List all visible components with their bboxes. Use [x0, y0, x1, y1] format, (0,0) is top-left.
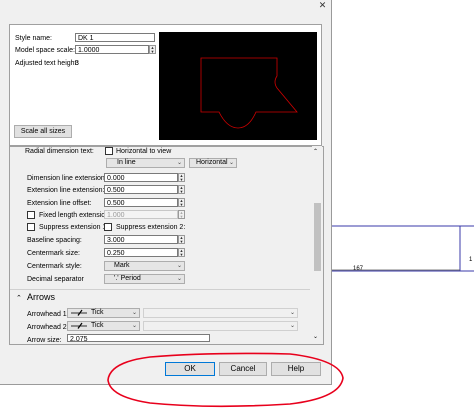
model-space-scale-input[interactable]: 1.0000 — [75, 45, 149, 54]
arrowhead-2-value: Tick — [90, 322, 104, 330]
arrowhead-1-select[interactable]: Tick ⌄ — [67, 308, 140, 318]
arrowhead-1-value: Tick — [90, 309, 104, 317]
style-name-input[interactable]: DK 1 — [75, 33, 155, 42]
extension-line-extension-spinner[interactable]: ▲ ▼ — [178, 185, 185, 194]
centermark-style-select[interactable]: Mark ⌄ — [104, 261, 185, 271]
dimension-line-extension-label: Dimension line extension: — [27, 175, 107, 182]
radial-dimension-text-label: Radial dimension text: — [25, 148, 94, 155]
tick-arrow-icon — [71, 322, 87, 329]
drawing-dim-text-left: 167 — [353, 266, 364, 272]
centermark-style-value: Mark — [114, 262, 130, 269]
fixed-length-extension-checkbox[interactable] — [27, 211, 35, 219]
centermark-size-spinner[interactable]: ▲ ▼ — [178, 248, 185, 257]
extension-line-extension-input[interactable]: 0.500 — [104, 185, 178, 194]
decimal-separator-value: '.' Period — [114, 275, 141, 282]
arrowhead-2-select[interactable]: Tick ⌄ — [67, 321, 140, 331]
scale-all-sizes-button[interactable]: Scale all sizes — [14, 125, 72, 138]
fixed-length-extension-spinner[interactable]: ▲ ▼ — [178, 210, 185, 219]
ok-button[interactable]: OK — [165, 362, 215, 376]
dimension-line-extension-spinner[interactable]: ▲ ▼ — [178, 173, 185, 182]
adjusted-text-height-value: 3 — [75, 60, 79, 67]
decimal-separator-label: Decimal separator — [27, 276, 84, 283]
centermark-size-input[interactable]: 0.250 — [104, 248, 178, 257]
extension-line-offset-input[interactable]: 0.500 — [104, 198, 178, 207]
tick-arrow-icon — [71, 309, 87, 316]
fixed-length-extension-label: Fixed length extension: — [39, 212, 111, 219]
arrows-collapse-icon[interactable]: ⌃ — [16, 294, 22, 303]
arrowhead-2-label: Arrowhead 2: — [27, 324, 69, 331]
arrow-size-label: Arrow size: — [27, 337, 62, 344]
horizontal-to-view-checkbox[interactable] — [105, 147, 113, 155]
arrowhead-2-custom-select[interactable]: ⌄ — [143, 321, 298, 331]
extension-line-offset-label: Extension line offset: — [27, 200, 92, 207]
adjusted-text-height-label: Adjusted text height: — [15, 60, 79, 67]
extension-line-offset-spinner[interactable]: ▲ ▼ — [178, 198, 185, 207]
arrows-section-title: Arrows — [27, 292, 56, 302]
radial-text-position-select[interactable]: In line ⌄ — [106, 158, 185, 168]
drawing-dim-text-right: 1 — [469, 257, 473, 263]
section-divider — [10, 289, 310, 290]
arrowhead-1-custom-select[interactable]: ⌄ — [143, 308, 298, 318]
baseline-spacing-spinner[interactable]: ▲ ▼ — [178, 235, 185, 244]
arrow-size-input[interactable]: 2.075 — [67, 334, 210, 342]
help-button[interactable]: Help — [271, 362, 321, 376]
suppress-extension-2-checkbox[interactable] — [104, 223, 112, 231]
model-space-scale-label: Model space scale: — [15, 47, 75, 54]
scrollbar-thumb[interactable] — [314, 203, 321, 271]
suppress-extension-1-checkbox[interactable] — [27, 223, 35, 231]
suppress-extension-1-label: Suppress extension 1: — [39, 224, 109, 231]
arrowhead-1-label: Arrowhead 1: — [27, 311, 69, 318]
scroll-up-icon[interactable]: ⌃ — [313, 148, 318, 155]
baseline-spacing-label: Baseline spacing: — [27, 237, 82, 244]
close-icon[interactable]: ✕ — [314, 0, 331, 10]
cancel-button[interactable]: Cancel — [219, 362, 267, 376]
centermark-style-label: Centermark style: — [27, 263, 82, 270]
scroll-down-icon[interactable]: ⌄ — [313, 333, 318, 340]
model-space-scale-spinner[interactable]: ▲ ▼ — [149, 45, 156, 54]
centermark-size-label: Centermark size: — [27, 250, 80, 257]
radial-text-position-value: In line — [117, 159, 136, 166]
baseline-spacing-input[interactable]: 3.000 — [104, 235, 178, 244]
horizontal-to-view-label: Horizontal to view — [116, 148, 172, 155]
suppress-extension-2-label: Suppress extension 2: — [116, 224, 186, 231]
extension-line-extension-label: Extension line extension: — [27, 187, 105, 194]
radial-text-orientation-value: Horizontal — [196, 159, 228, 166]
decimal-separator-select[interactable]: '.' Period ⌄ — [104, 274, 185, 284]
dimension-preview — [159, 32, 317, 140]
dimension-line-extension-input[interactable]: 0.000 — [104, 173, 178, 182]
style-name-label: Style name: — [15, 35, 52, 42]
preview-drawing — [200, 57, 298, 129]
fixed-length-extension-input[interactable]: 1.000 — [104, 210, 178, 219]
radial-text-orientation-select[interactable]: Horizontal ⌄ — [189, 158, 237, 168]
